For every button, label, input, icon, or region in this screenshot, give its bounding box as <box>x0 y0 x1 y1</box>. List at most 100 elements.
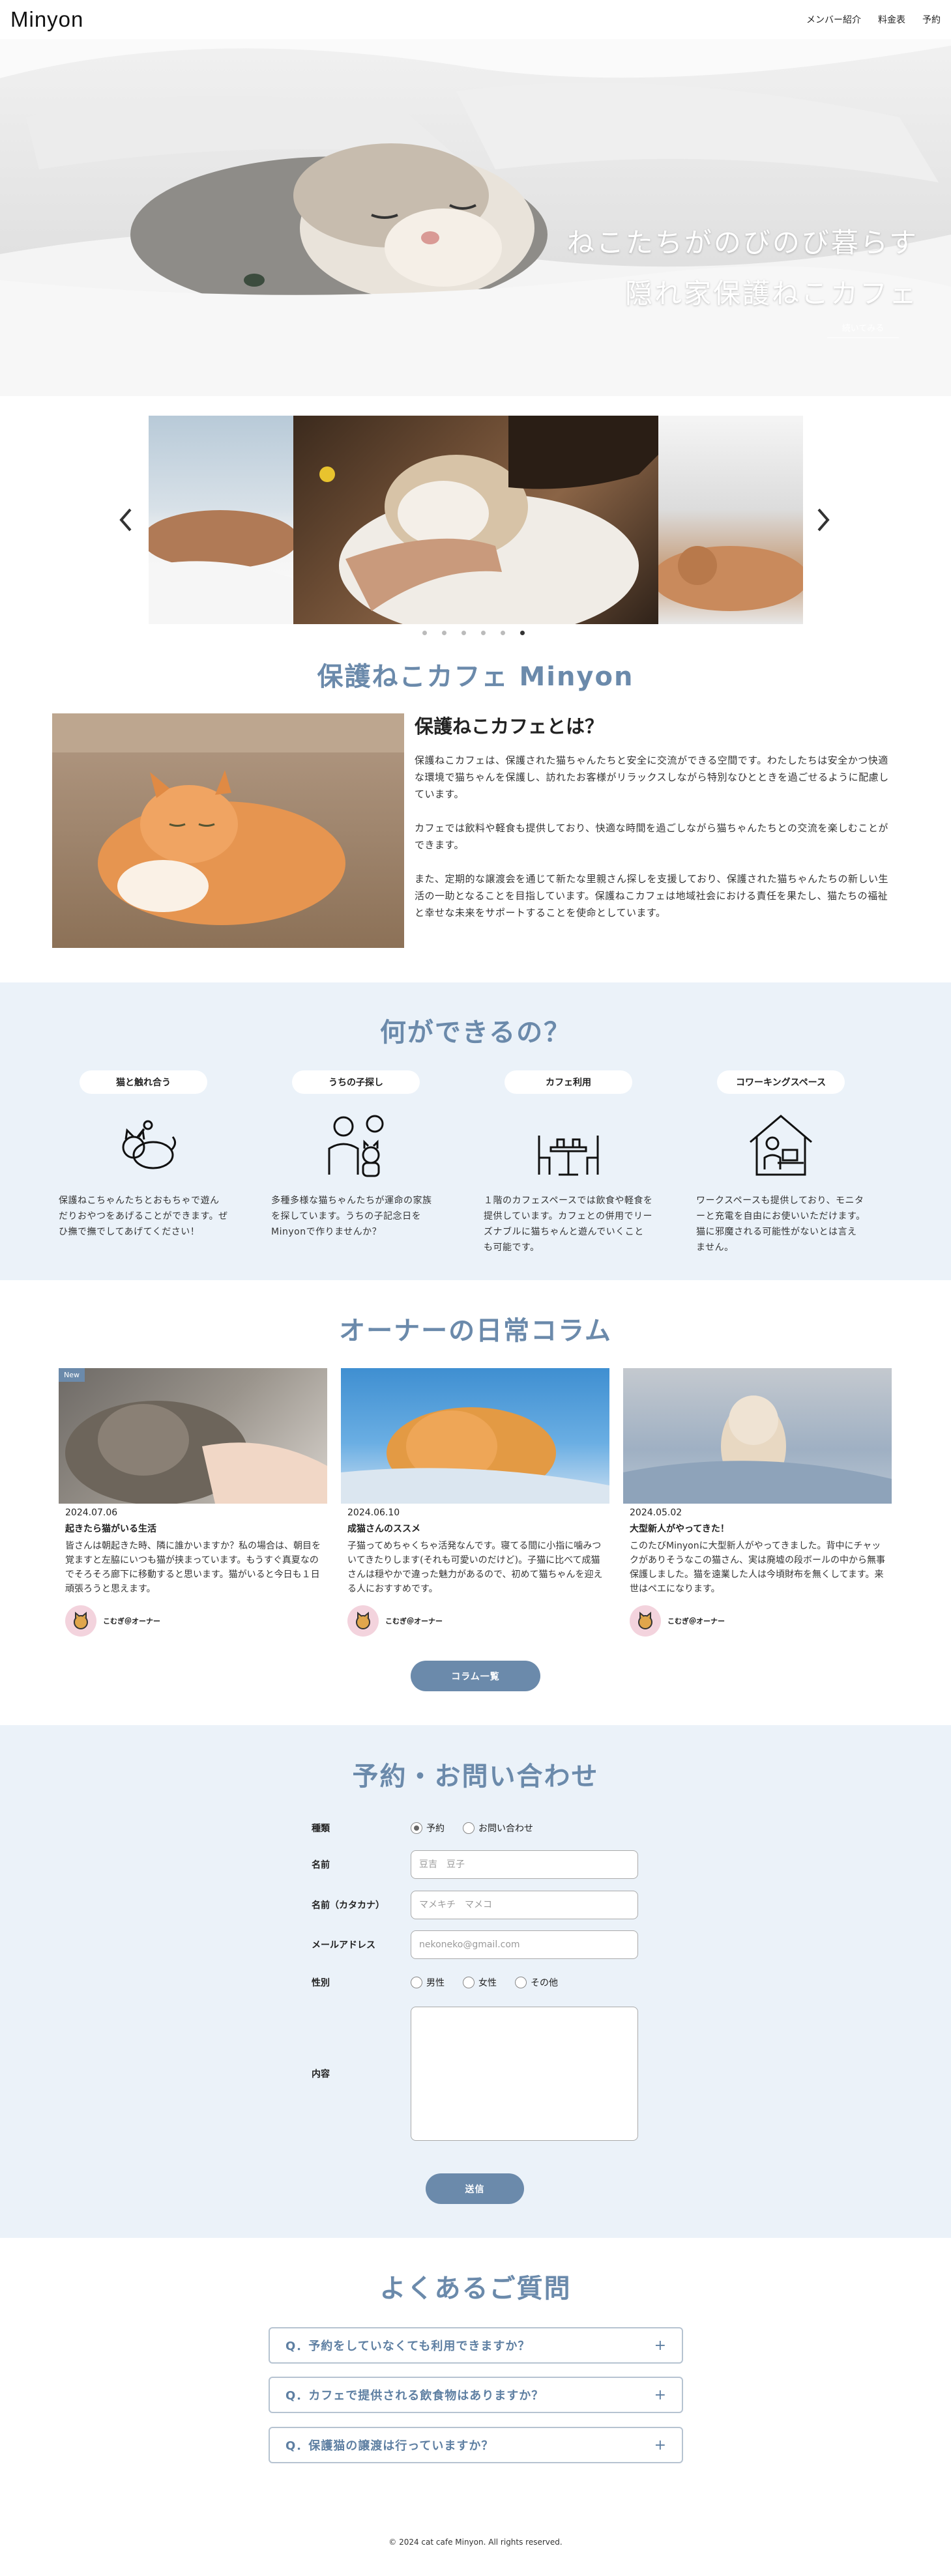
gender-radio-female[interactable]: 女性 <box>463 1976 497 1989</box>
radio-label: その他 <box>531 1978 558 1988</box>
gender-label: 性別 <box>312 1978 330 1988</box>
column-list-button[interactable]: コラム一覧 <box>411 1661 540 1691</box>
carousel-dots <box>422 631 525 635</box>
content-label: 内容 <box>312 2069 330 2080</box>
column-author: こむぎ＠オーナー <box>347 1605 603 1637</box>
radio-unchecked[interactable] <box>515 1977 527 1988</box>
person-with-cat-icon <box>328 1115 384 1177</box>
faq-question: Q．予約をしていなくても利用できますか？ <box>285 2340 531 2353</box>
feature-item: カフェ利用 １階のカフェスペースでは飲食や軽食を提供しています。カフェとの併用で… <box>484 1070 653 1255</box>
kana-input[interactable] <box>411 1891 638 1919</box>
name-input[interactable] <box>411 1850 638 1879</box>
carousel-slide-prev[interactable] <box>149 416 293 624</box>
avatar <box>630 1605 661 1637</box>
carousel-dot[interactable] <box>461 631 466 635</box>
column-date: 2024.05.02 <box>630 1508 682 1518</box>
nav-price[interactable]: 料金表 <box>878 13 905 26</box>
faq-item[interactable]: Q．保護猫の譲渡は行っていますか？ + <box>269 2427 683 2463</box>
faq-question: Q．保護猫の譲渡は行っていますか？ <box>285 2439 494 2453</box>
chevron-right-icon <box>817 508 830 532</box>
carousel-dot[interactable] <box>481 631 486 635</box>
column-image: New <box>59 1368 327 1504</box>
about-body: 保護ねこカフェとは？ 保護ねこカフェは、保護された猫ちゃんたちと安全に交流ができ… <box>415 711 897 921</box>
nav-members[interactable]: メンバー紹介 <box>806 13 861 26</box>
type-radio-reserve[interactable]: 予約 <box>411 1822 445 1835</box>
column-title: 起きたら猫がいる生活 <box>65 1524 156 1534</box>
radio-unchecked[interactable] <box>463 1822 475 1834</box>
faq-item[interactable]: Q．予約をしていなくても利用できますか？ + <box>269 2327 683 2364</box>
email-row: メールアドレス <box>312 1930 638 1959</box>
faq-question: Q．カフェで提供される飲食物はありますか？ <box>285 2389 544 2403</box>
cat-face-icon <box>74 1612 88 1629</box>
feature-item: 猫と触れ合う 保護ねこちゃんたちとおもちゃで遊んだりおやつをあげることができます… <box>59 1070 228 1240</box>
gender-row: 性別 男性 女性 その他 <box>312 1976 576 1989</box>
column-title: 成猫さんのススメ <box>347 1524 420 1534</box>
plus-icon[interactable]: + <box>654 2338 666 2354</box>
contact-section: 予約・お問い合わせ 種類 予約 お問い合わせ 名前 名前（カタカナ） メールアド… <box>0 1725 951 2238</box>
feature-desc: １階のカフェスペースでは飲食や軽食を提供しています。カフェとの併用でリーズナブル… <box>484 1195 653 1253</box>
contact-section-title: 予約・お問い合わせ <box>352 1762 599 1792</box>
hero-catchcopy: ねこたちがのびのび暮らす 隠れ家保護ねこカフェ <box>567 215 918 317</box>
type-label: 種類 <box>312 1824 330 1834</box>
column-excerpt: このたびMinyonに大型新人がやってきました。背中にチャックがありそうなこの猫… <box>630 1541 885 1594</box>
hero-more-link[interactable]: 続いてみる <box>827 321 899 338</box>
cat-playing-icon <box>122 1120 176 1169</box>
footer-copyright: © 2024 cat cafe Minyon. All rights reser… <box>388 2538 563 2547</box>
radio-checked[interactable] <box>411 1822 422 1834</box>
feature-desc: 保護ねこちゃんたちとおもちゃで遊んだりおやつをあげることができます。ぜひ撫で撫で… <box>59 1195 228 1237</box>
page: Minyon メンバー紹介 料金表 予約 ねこたちがのびのび暮らす 隠れ家保護ね… <box>0 0 951 2576</box>
carousel-prev-button[interactable] <box>117 507 133 539</box>
column-date: 2024.06.10 <box>347 1508 400 1518</box>
plus-icon[interactable]: + <box>654 2387 666 2403</box>
type-row: 種類 予約 お問い合わせ <box>312 1822 551 1835</box>
carousel-dot[interactable] <box>501 631 505 635</box>
radio-unchecked[interactable] <box>463 1977 475 1988</box>
radio-label: お問い合わせ <box>478 1824 533 1834</box>
about-cat-image <box>52 713 404 948</box>
carousel-dot-active[interactable] <box>520 631 525 635</box>
name-label: 名前 <box>312 1860 330 1870</box>
column-card[interactable]: 2024.05.02 大型新人がやってきた！ このたびMinyonに大型新人がや… <box>623 1368 892 1637</box>
cat-face-icon <box>638 1612 652 1629</box>
faq-item[interactable]: Q．カフェで提供される飲食物はありますか？ + <box>269 2377 683 2413</box>
column-image <box>341 1368 609 1504</box>
column-card[interactable]: 2024.06.10 成猫さんのススメ 子猫ってめちゃくちゃ活発なんです。寝てる… <box>341 1368 609 1637</box>
new-badge: New <box>59 1368 85 1382</box>
content-textarea[interactable] <box>411 2007 638 2141</box>
content-row: 内容 <box>312 2007 638 2141</box>
chevron-left-icon <box>119 508 132 532</box>
column-author: こむぎ＠オーナー <box>65 1605 321 1637</box>
column-excerpt: 子猫ってめちゃくちゃ活発なんです。寝てる間に小指に噛みついてきたりします(それも… <box>347 1541 603 1594</box>
carousel-dot[interactable] <box>442 631 446 635</box>
nav-reserve[interactable]: 予約 <box>922 13 941 26</box>
radio-label: 男性 <box>426 1978 445 1988</box>
carousel-next-button[interactable] <box>816 507 832 539</box>
feature-label: カフェ利用 <box>505 1070 632 1094</box>
email-label: メールアドレス <box>312 1940 375 1951</box>
author-name: こむぎ＠オーナー <box>667 1617 725 1625</box>
column-card[interactable]: New 2024.07.06 起きたら猫がいる生活 皆さんは朝起きた時、隣に誰か… <box>59 1368 327 1637</box>
radio-unchecked[interactable] <box>411 1977 422 1988</box>
feature-item: コワーキングスペース ワークスペースも提供しており、モニターと充電を自由にお使い… <box>696 1070 866 1255</box>
gender-radio-male[interactable]: 男性 <box>411 1976 445 1989</box>
site-logo[interactable]: Minyon <box>10 7 83 32</box>
avatar <box>65 1605 96 1637</box>
submit-button[interactable]: 送信 <box>426 2173 524 2204</box>
about-paragraph: 保護ねこカフェは、保護された猫ちゃんたちと安全に交流ができる空間です。わたしたち… <box>415 754 889 800</box>
carousel-dot[interactable] <box>422 631 427 635</box>
avatar <box>347 1605 379 1637</box>
carousel-slide-current[interactable] <box>293 416 658 624</box>
feature-label: うちの子探し <box>292 1070 420 1094</box>
author-name: こむぎ＠オーナー <box>103 1617 160 1625</box>
column-image <box>623 1368 892 1504</box>
gender-radio-other[interactable]: その他 <box>515 1976 558 1989</box>
carousel-slide-next[interactable] <box>658 416 803 624</box>
type-radio-inquiry[interactable]: お問い合わせ <box>463 1822 533 1835</box>
features-section-title: 何ができるの？ <box>379 1018 572 1048</box>
cat-face-icon <box>356 1612 370 1629</box>
email-input[interactable] <box>411 1930 638 1959</box>
feature-item: うちの子探し 多種多様な猫ちゃんたちが運命の家族を探しています。うちの子記念日を… <box>271 1070 441 1240</box>
feature-desc: 多種多様な猫ちゃんたちが運命の家族を探しています。うちの子記念日をMinyonで… <box>271 1195 432 1237</box>
plus-icon[interactable]: + <box>654 2437 666 2454</box>
cafe-table-icon <box>538 1136 599 1176</box>
